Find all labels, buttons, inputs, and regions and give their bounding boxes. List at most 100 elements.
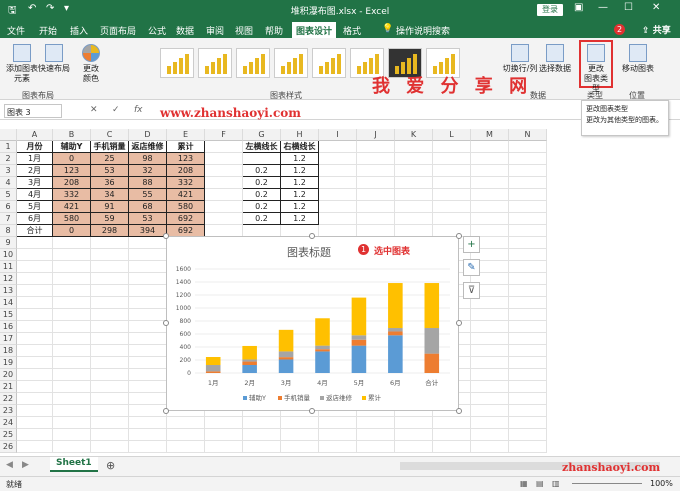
- cell[interactable]: [17, 345, 53, 357]
- table-cell[interactable]: 36: [91, 177, 129, 189]
- cell[interactable]: [281, 441, 319, 453]
- cell[interactable]: [509, 333, 547, 345]
- table-cell[interactable]: 55: [129, 189, 167, 201]
- cell[interactable]: [509, 441, 547, 453]
- tab-review[interactable]: 审阅: [206, 24, 224, 37]
- table-header-cell[interactable]: 手机销量: [91, 141, 129, 153]
- cell[interactable]: [471, 357, 509, 369]
- cell[interactable]: [509, 429, 547, 441]
- cell[interactable]: [129, 309, 167, 321]
- chart-style-thumb[interactable]: [236, 48, 270, 78]
- cell[interactable]: [243, 441, 281, 453]
- cell[interactable]: [205, 153, 243, 165]
- cell[interactable]: [319, 441, 357, 453]
- cell[interactable]: [395, 201, 433, 213]
- cell[interactable]: [319, 201, 357, 213]
- cell[interactable]: [17, 333, 53, 345]
- resize-handle[interactable]: [456, 233, 462, 239]
- cell[interactable]: [471, 345, 509, 357]
- add-chart-element-button[interactable]: 添加图表 元素: [6, 44, 38, 84]
- cell[interactable]: [281, 417, 319, 429]
- table-cell[interactable]: 2月: [17, 165, 53, 177]
- chart-style-thumb[interactable]: [274, 48, 308, 78]
- column-header[interactable]: B: [53, 129, 91, 141]
- cell[interactable]: [53, 357, 91, 369]
- cell[interactable]: [319, 417, 357, 429]
- cell[interactable]: [471, 381, 509, 393]
- side-table-cell[interactable]: 0.2: [243, 201, 281, 213]
- cell[interactable]: [91, 369, 129, 381]
- column-header[interactable]: G: [243, 129, 281, 141]
- cell[interactable]: [167, 441, 205, 453]
- cell[interactable]: [91, 309, 129, 321]
- table-cell[interactable]: 34: [91, 189, 129, 201]
- table-cell[interactable]: 421: [167, 189, 205, 201]
- cell[interactable]: [17, 405, 53, 417]
- cell[interactable]: [53, 321, 91, 333]
- cell[interactable]: [91, 261, 129, 273]
- cell[interactable]: [53, 441, 91, 453]
- cell[interactable]: [357, 429, 395, 441]
- cell[interactable]: [17, 357, 53, 369]
- row-header[interactable]: 13: [0, 285, 17, 297]
- cell[interactable]: [509, 225, 547, 237]
- cell[interactable]: [357, 213, 395, 225]
- row-header[interactable]: 18: [0, 345, 17, 357]
- cell[interactable]: [509, 357, 547, 369]
- fx-icon[interactable]: fx: [134, 105, 143, 115]
- cell[interactable]: [471, 393, 509, 405]
- resize-handle[interactable]: [456, 408, 462, 414]
- cell[interactable]: [205, 189, 243, 201]
- cell[interactable]: [471, 189, 509, 201]
- cell[interactable]: [53, 309, 91, 321]
- row-header[interactable]: 1: [0, 141, 17, 153]
- cell[interactable]: [205, 213, 243, 225]
- row-header[interactable]: 15: [0, 309, 17, 321]
- table-cell[interactable]: 88: [129, 177, 167, 189]
- resize-handle[interactable]: [309, 408, 315, 414]
- row-header[interactable]: 5: [0, 189, 17, 201]
- cell[interactable]: [509, 285, 547, 297]
- side-table-cell[interactable]: 0.2: [243, 165, 281, 177]
- cell[interactable]: [357, 417, 395, 429]
- cell[interactable]: [395, 141, 433, 153]
- cell[interactable]: [129, 273, 167, 285]
- cell[interactable]: [509, 201, 547, 213]
- share-button[interactable]: ⇪ 共享: [642, 23, 671, 36]
- tab-home[interactable]: 开始: [39, 24, 57, 37]
- chart-style-thumb[interactable]: [312, 48, 346, 78]
- cell[interactable]: [357, 177, 395, 189]
- table-cell[interactable]: 332: [53, 189, 91, 201]
- cell[interactable]: [91, 285, 129, 297]
- cell[interactable]: [17, 261, 53, 273]
- cell[interactable]: [17, 393, 53, 405]
- cell[interactable]: [53, 393, 91, 405]
- cell[interactable]: [509, 177, 547, 189]
- tab-help[interactable]: 帮助: [265, 24, 283, 37]
- side-table-cell[interactable]: 1.2: [281, 213, 319, 225]
- page-break-view-icon[interactable]: ▥: [552, 479, 560, 488]
- cell[interactable]: [509, 417, 547, 429]
- side-table-cell[interactable]: 0.2: [243, 213, 281, 225]
- resize-handle[interactable]: [163, 233, 169, 239]
- cell[interactable]: [53, 417, 91, 429]
- cell[interactable]: [91, 237, 129, 249]
- cell[interactable]: [167, 429, 205, 441]
- cell[interactable]: [433, 165, 471, 177]
- resize-handle[interactable]: [456, 320, 462, 326]
- cell[interactable]: [509, 153, 547, 165]
- cell[interactable]: [17, 417, 53, 429]
- table-cell[interactable]: 53: [91, 165, 129, 177]
- tab-file[interactable]: 文件: [7, 24, 25, 37]
- cell[interactable]: [17, 285, 53, 297]
- cell[interactable]: [319, 141, 357, 153]
- cell[interactable]: [53, 333, 91, 345]
- row-header[interactable]: 26: [0, 441, 17, 453]
- table-cell[interactable]: 25: [91, 153, 129, 165]
- cell[interactable]: [243, 429, 281, 441]
- cell[interactable]: [395, 441, 433, 453]
- cell[interactable]: [509, 165, 547, 177]
- cell[interactable]: [395, 417, 433, 429]
- row-header[interactable]: 9: [0, 237, 17, 249]
- cell[interactable]: [129, 249, 167, 261]
